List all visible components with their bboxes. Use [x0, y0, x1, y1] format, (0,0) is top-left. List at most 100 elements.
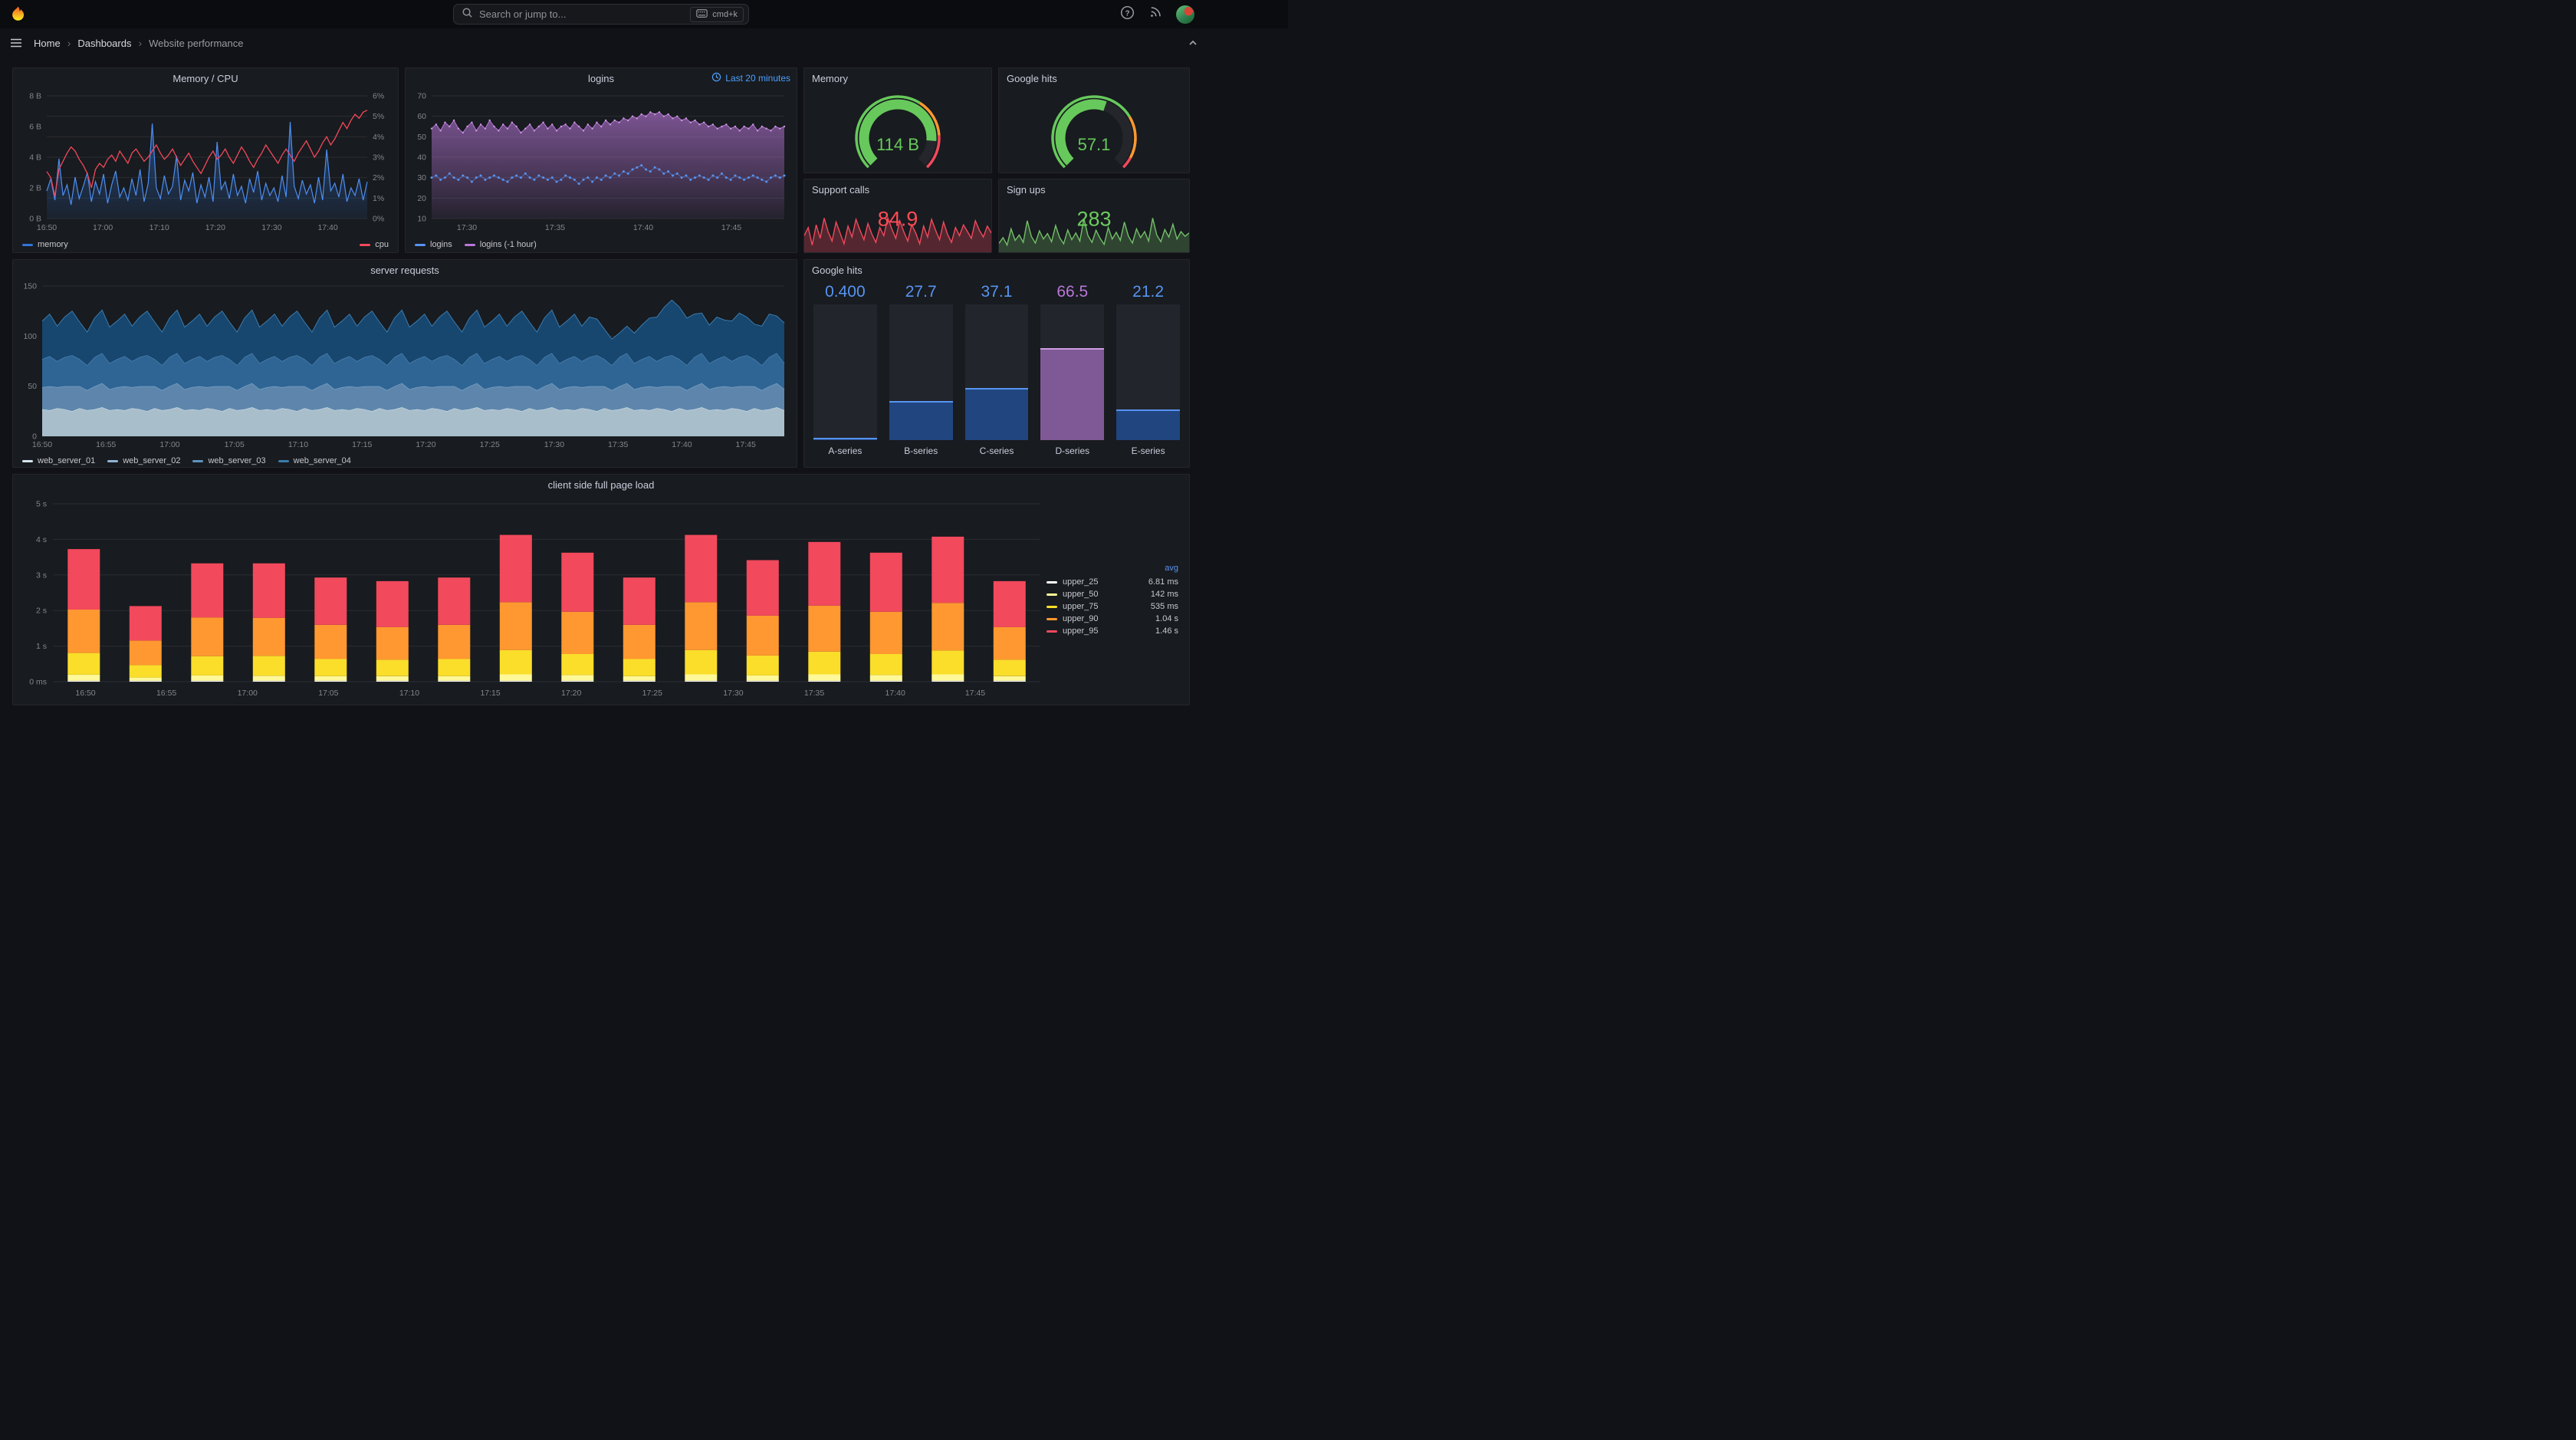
clock-icon [711, 72, 721, 84]
legend-swatch [107, 459, 119, 462]
svg-text:17:25: 17:25 [480, 440, 500, 449]
svg-text:17:30: 17:30 [544, 440, 564, 449]
legend-item-upper_50[interactable]: upper_50 142 ms [1046, 590, 1178, 599]
svg-text:50: 50 [417, 133, 426, 142]
keyboard-shortcut: cmd+k [690, 6, 744, 22]
chevron-right-icon: › [138, 37, 143, 49]
memory-cpu-chart[interactable]: 0% 1% 2% 3% 4% 5% 6% 0 B 2 B 4 B 6 B 8 B 16:50 17:00 1… [13, 88, 398, 238]
panel-title[interactable]: client side full page load [548, 479, 655, 491]
svg-text:17:40: 17:40 [672, 440, 692, 449]
bar-gauge-B-series: 27.7 B-series [888, 283, 955, 462]
memory-gauge-svg: 114 B [855, 95, 941, 169]
google-hits-gauge: 57.1 [999, 88, 1189, 173]
svg-text:20: 20 [417, 194, 426, 203]
grafana-logo-icon[interactable] [9, 5, 27, 23]
panel-title[interactable]: Memory [812, 73, 848, 84]
svg-text:16:50: 16:50 [37, 223, 57, 232]
panel-logins: logins Last 20 minutes 10 20 30 40 50 60 70 17:… [405, 67, 797, 253]
panel-support-calls: Support calls 84.9 [803, 179, 992, 253]
svg-text:3%: 3% [373, 153, 384, 163]
legend-swatch [1046, 593, 1057, 596]
keyboard-icon [696, 8, 708, 20]
panel-google-hits-gauge: Google hits 57.1 [998, 67, 1190, 173]
svg-text:40: 40 [417, 153, 426, 163]
panel-title[interactable]: Sign ups [1007, 184, 1046, 196]
svg-text:16:55: 16:55 [96, 440, 116, 449]
panel-title[interactable]: logins [588, 73, 614, 84]
svg-text:2%: 2% [373, 173, 384, 182]
sign-ups-value: 283 [1076, 207, 1112, 231]
bar-gauge-value: 27.7 [905, 283, 937, 301]
legend-item-upper_90[interactable]: upper_90 1.04 s [1046, 614, 1178, 623]
bar-gauge-value: 21.2 [1132, 283, 1165, 301]
legend-item-upper_75[interactable]: upper_75 535 ms [1046, 602, 1178, 611]
chevron-up-icon[interactable] [1187, 36, 1199, 50]
time-range-label[interactable]: Last 20 minutes [711, 68, 790, 88]
legend-item-logins[interactable]: logins [415, 240, 452, 249]
legend-item-cpu[interactable]: cpu [360, 240, 389, 249]
page-load-legend: avg upper_25 6.81 ms upper_50 142 ms upper_75… [1046, 495, 1183, 705]
svg-text:8 B: 8 B [29, 92, 41, 101]
breadcrumb-dashboards[interactable]: Dashboards [77, 38, 131, 49]
panel-page-load: client side full page load 0 ms 1 s 2 s 3 s… [12, 474, 1190, 705]
svg-text:1 s: 1 s [36, 642, 47, 651]
svg-text:17:05: 17:05 [225, 440, 245, 449]
search-input[interactable]: Search or jump to... cmd+k [453, 4, 749, 25]
server-requests-chart[interactable]: 0 50 100 150 16:50 16:55 17:00 17:05 17:10 17:15 1… [13, 280, 797, 454]
svg-text:17:40: 17:40 [633, 223, 653, 232]
search-icon [462, 7, 473, 22]
legend-swatch [1046, 605, 1057, 608]
bar-gauge-A-series: 0.400 A-series [812, 283, 879, 462]
svg-text:17:00: 17:00 [159, 440, 179, 449]
legend-item-web_server_04[interactable]: web_server_04 [278, 456, 351, 465]
svg-text:4%: 4% [373, 133, 384, 142]
svg-text:17:30: 17:30 [457, 223, 477, 232]
legend-swatch [1046, 617, 1057, 620]
panel-title[interactable]: Memory / CPU [172, 73, 238, 84]
svg-text:17:35: 17:35 [608, 440, 628, 449]
legend-item-logins (-1 hour)[interactable]: logins (-1 hour) [464, 240, 537, 249]
svg-text:17:10: 17:10 [150, 223, 169, 232]
legend-item-upper_95[interactable]: upper_95 1.46 s [1046, 626, 1178, 636]
page-load-chart[interactable]: 0 ms 1 s 2 s 3 s 4 s 5 s 16:50 16:55 17:00 17:05 1… [19, 495, 1046, 705]
panel-memory-cpu: Memory / CPU 0% 1% 2% 3% 4% 5% 6% 0 B 2 B 4 B 6 B 8… [12, 67, 399, 253]
bar-gauge-value: 66.5 [1056, 283, 1089, 301]
google-hits-gauge-svg: 57.1 [1051, 95, 1137, 169]
bar-gauge-label: A-series [828, 445, 863, 456]
svg-text:3 s: 3 s [36, 570, 47, 580]
legend-item-web_server_01[interactable]: web_server_01 [22, 456, 95, 465]
svg-text:17:15: 17:15 [480, 689, 500, 698]
rss-news-icon[interactable] [1148, 5, 1162, 23]
svg-text:16:50: 16:50 [32, 440, 52, 449]
help-icon[interactable]: ? [1120, 5, 1135, 24]
svg-text:17:10: 17:10 [399, 689, 419, 698]
legend-item-web_server_03[interactable]: web_server_03 [192, 456, 266, 465]
panel-title[interactable]: Google hits [812, 265, 863, 276]
svg-text:57.1: 57.1 [1078, 135, 1111, 154]
legend-swatch [1046, 630, 1057, 633]
legend-item-upper_25[interactable]: upper_25 6.81 ms [1046, 577, 1178, 587]
svg-text:17:30: 17:30 [723, 689, 743, 698]
svg-text:17:20: 17:20 [416, 440, 435, 449]
panel-memory-gauge: Memory 114 B [803, 67, 992, 173]
breadcrumb-current: Website performance [149, 37, 244, 49]
logins-chart[interactable]: 10 20 30 40 50 60 70 17:30 17:35 17:40 17:45 [406, 88, 797, 238]
svg-text:17:20: 17:20 [205, 223, 225, 232]
svg-text:0 ms: 0 ms [29, 678, 47, 687]
svg-text:17:15: 17:15 [352, 440, 372, 449]
memory-cpu-legend: memory cpu [13, 238, 398, 254]
svg-text:17:40: 17:40 [886, 689, 905, 698]
panel-title[interactable]: Google hits [1007, 73, 1057, 84]
legend-item-memory[interactable]: memory [22, 240, 68, 249]
bar-gauge-label: E-series [1131, 445, 1165, 456]
menu-icon[interactable] [9, 36, 23, 50]
page-load-svg: 0 ms 1 s 2 s 3 s 4 s 5 s 16:50 16:55 17:00 17:05 1… [29, 500, 1040, 698]
panel-title[interactable]: Support calls [812, 184, 869, 196]
panel-title[interactable]: server requests [370, 265, 439, 276]
bar-gauge-track [1116, 304, 1180, 440]
breadcrumb-home[interactable]: Home [34, 38, 61, 49]
bar-gauge-E-series: 21.2 E-series [1115, 283, 1181, 462]
legend-item-web_server_02[interactable]: web_server_02 [107, 456, 180, 465]
svg-text:70: 70 [417, 92, 426, 101]
user-avatar[interactable] [1176, 5, 1194, 24]
